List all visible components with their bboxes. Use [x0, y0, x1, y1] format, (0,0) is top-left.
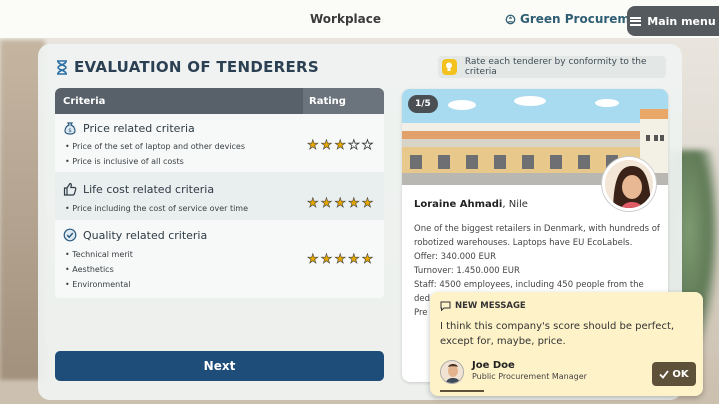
criteria-label: Price related criteria: [83, 121, 195, 135]
star-icon[interactable]: ★: [361, 197, 373, 211]
star-icon[interactable]: ★: [307, 197, 319, 211]
tenderer-staff: Staff: 4500 employees, including 450 peo…: [414, 280, 644, 290]
tenderer-counter: 1/5: [408, 95, 438, 113]
star-icon[interactable]: ★: [348, 253, 360, 267]
star-icon[interactable]: ★: [361, 139, 373, 153]
top-bar: Workplace Green Procurement Main menu: [0, 0, 719, 38]
criteria-heading: $ Price related criteria: [63, 121, 195, 135]
star-icon[interactable]: ★: [320, 253, 332, 267]
tenderer-company: , Nile: [502, 199, 528, 210]
star-icon[interactable]: ★: [334, 253, 346, 267]
svg-text:$: $: [68, 128, 72, 134]
criteria-label: Life cost related criteria: [83, 182, 215, 196]
main-menu-button[interactable]: Main menu: [627, 6, 719, 36]
criteria-bullet: • Environmental: [65, 280, 131, 289]
tenderer-offer: Offer: 340.000 EUR: [414, 252, 497, 262]
ok-button[interactable]: OK: [652, 362, 696, 386]
tenderer-name: Loraine Ahmadi, Nile: [414, 199, 528, 210]
criteria-heading: Life cost related criteria: [63, 182, 214, 196]
star-icon[interactable]: ★: [348, 197, 360, 211]
check-icon: [659, 369, 670, 379]
star-icon[interactable]: ★: [334, 139, 346, 153]
criteria-column-header: Criteria: [63, 96, 106, 107]
sender-avatar: [440, 360, 464, 384]
rating-column-header: Rating: [303, 88, 384, 114]
criteria-row-price: $ Price related criteria • Price of the …: [55, 114, 384, 172]
sender-role: Public Procurement Manager: [472, 372, 587, 381]
next-button[interactable]: Next: [55, 351, 384, 381]
hamburger-icon: [630, 16, 642, 26]
criteria-label: Quality related criteria: [83, 228, 208, 242]
criteria-row-quality: Quality related criteria • Technical mer…: [55, 220, 384, 298]
sender-name: Joe Doe: [472, 360, 515, 371]
criteria-row-life-cost: Life cost related criteria • Price inclu…: [55, 172, 384, 220]
criteria-bullet: • Price including the cost of service ov…: [65, 204, 249, 213]
tenderer-summary: One of the biggest retailers in Denmark,…: [414, 224, 660, 248]
recycle-icon: [505, 14, 516, 24]
message-header: NEW MESSAGE: [440, 301, 526, 311]
hourglass-icon: [57, 59, 67, 75]
tenderer-avatar: [602, 157, 656, 211]
star-rating[interactable]: ★ ★ ★ ★ ★: [307, 197, 374, 211]
star-icon[interactable]: ★: [320, 197, 332, 211]
tenderer-person: Loraine Ahmadi: [414, 199, 503, 210]
chat-bubble-icon: [440, 301, 451, 311]
criteria-bullet: • Aesthetics: [65, 265, 114, 274]
thumbs-up-icon: [63, 182, 77, 196]
criteria-bullet: • Price is inclusive of all costs: [65, 157, 184, 166]
message-header-label: NEW MESSAGE: [455, 301, 526, 311]
ok-label: OK: [672, 368, 689, 380]
star-rating[interactable]: ★ ★ ★ ★ ★: [307, 139, 374, 153]
message-text: I think this company's score should be p…: [440, 321, 675, 347]
page-title: Workplace: [310, 12, 382, 26]
message-progress: [440, 390, 484, 392]
evaluation-title-text: EVALUATION OF TENDERERS: [74, 58, 319, 76]
criteria-bullet: • Technical merit: [65, 250, 133, 259]
main-menu-label: Main menu: [647, 14, 716, 28]
star-rating[interactable]: ★ ★ ★ ★ ★: [307, 253, 374, 267]
star-icon[interactable]: ★: [320, 139, 332, 153]
star-icon[interactable]: ★: [334, 197, 346, 211]
table-header: Criteria Rating: [55, 88, 384, 114]
star-icon[interactable]: ★: [361, 253, 373, 267]
star-icon[interactable]: ★: [307, 139, 319, 153]
criteria-bullet: • Price of the set of laptop and other d…: [65, 142, 246, 151]
star-icon[interactable]: ★: [307, 253, 319, 267]
evaluation-title: EVALUATION OF TENDERERS: [56, 58, 319, 76]
money-bag-icon: $: [64, 122, 76, 135]
criteria-heading: Quality related criteria: [63, 228, 207, 242]
hint-text: Rate each tenderer by conformity to the …: [464, 57, 647, 77]
tenderer-turnover: Turnover: 1.450.000 EUR: [414, 266, 520, 276]
lightbulb-icon: [442, 59, 457, 75]
criteria-table: Criteria Rating $ Price related criteria…: [55, 88, 384, 298]
badge-check-icon: [63, 228, 77, 242]
hint-box: Rate each tenderer by conformity to the …: [438, 56, 666, 78]
message-popup: NEW MESSAGE I think this company's score…: [430, 292, 703, 396]
star-icon[interactable]: ★: [348, 139, 360, 153]
